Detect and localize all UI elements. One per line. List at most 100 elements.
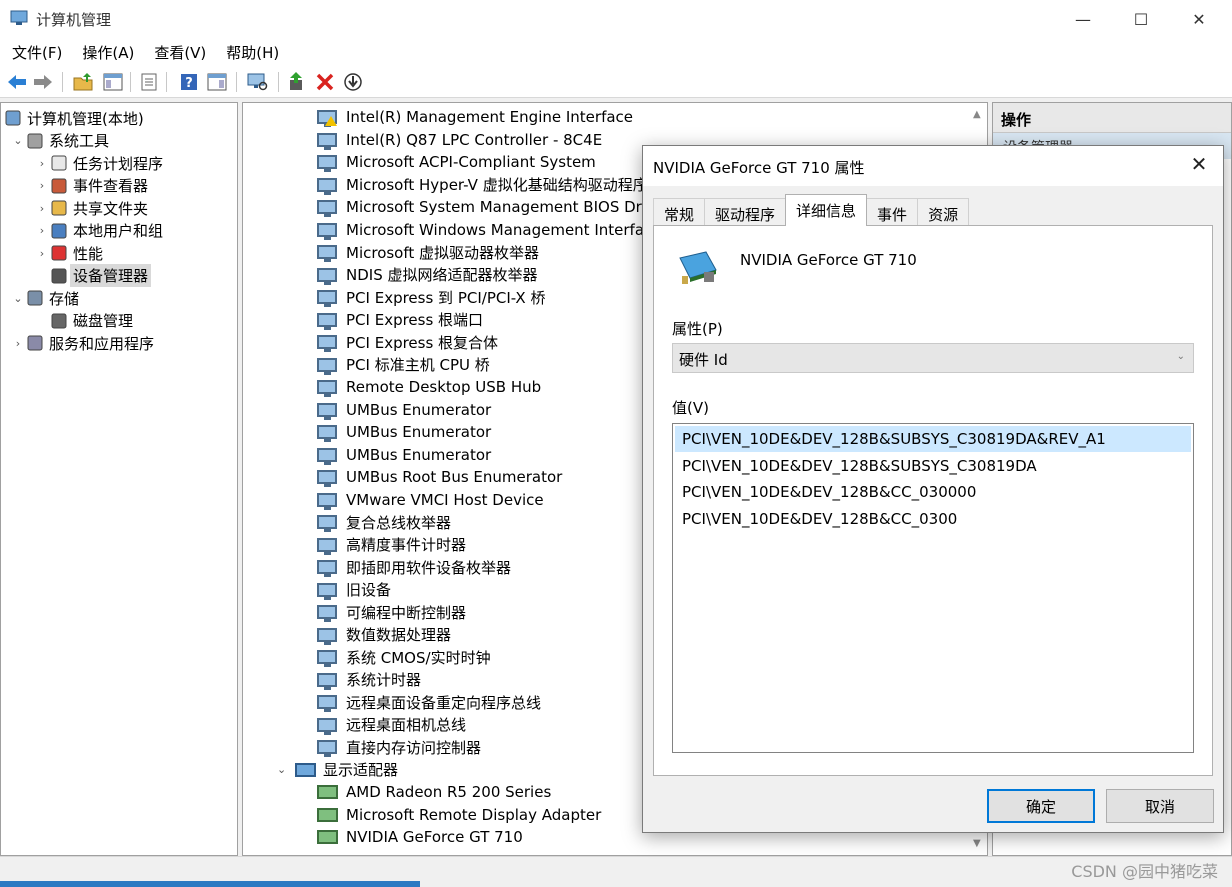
display-device-item[interactable]: AMD Radeon R5 200 Series bbox=[317, 781, 551, 803]
expand-arrow-icon[interactable]: ⌄ bbox=[11, 292, 25, 305]
ok-button[interactable]: 确定 bbox=[987, 789, 1095, 823]
tree-item[interactable]: › 事件查看器 bbox=[35, 175, 148, 197]
tree-item[interactable]: ⌄ 系统工具 bbox=[11, 130, 109, 152]
device-item[interactable]: PCI 标准主机 CPU 桥 bbox=[317, 354, 490, 376]
device-item[interactable]: Microsoft Windows Management Interface f bbox=[317, 219, 672, 241]
device-item[interactable]: VMware VMCI Host Device bbox=[317, 489, 544, 511]
update-driver-icon[interactable] bbox=[286, 71, 308, 93]
properties-sheet-icon[interactable] bbox=[138, 71, 160, 93]
system-tools-icon bbox=[25, 131, 45, 151]
tree-item[interactable]: › 任务计划程序 bbox=[35, 152, 163, 174]
collapse-arrow-icon[interactable]: › bbox=[35, 224, 49, 237]
minimize-button[interactable]: — bbox=[1060, 0, 1106, 38]
action-pane-icon[interactable] bbox=[206, 71, 228, 93]
device-item[interactable]: 复合总线枚举器 bbox=[317, 511, 451, 533]
tree-item[interactable]: › 服务和应用程序 bbox=[11, 332, 154, 354]
back-icon[interactable] bbox=[6, 71, 28, 93]
menu-item[interactable]: 帮助(H) bbox=[218, 42, 287, 63]
device-item[interactable]: UMBus Root Bus Enumerator bbox=[317, 466, 562, 488]
device-item[interactable]: PCI Express 根复合体 bbox=[317, 331, 498, 353]
device-item[interactable]: NDIS 虚拟网络适配器枚举器 bbox=[317, 264, 538, 286]
device-item[interactable]: Microsoft Hyper-V 虚拟化基础结构驱动程序 bbox=[317, 174, 648, 196]
device-item[interactable]: Microsoft System Management BIOS Driver bbox=[317, 196, 670, 218]
device-item[interactable]: 即插即用软件设备枚举器 bbox=[317, 556, 511, 578]
value-list-item[interactable]: PCI\VEN_10DE&DEV_128B&SUBSYS_C30819DA bbox=[675, 453, 1191, 479]
device-label: 复合总线枚举器 bbox=[346, 513, 452, 532]
display-device-item[interactable]: Microsoft Remote Display Adapter bbox=[317, 804, 601, 826]
tree-item[interactable]: › 性能 bbox=[35, 242, 103, 264]
menu-item[interactable]: 文件(F) bbox=[4, 42, 70, 63]
tree-item[interactable]: 设备管理器 bbox=[35, 264, 152, 287]
close-button[interactable]: ✕ bbox=[1176, 0, 1222, 38]
uninstall-device-icon[interactable] bbox=[314, 71, 336, 93]
device-item[interactable]: Intel(R) Q87 LPC Controller - 8C4E bbox=[317, 129, 602, 151]
device-label: Microsoft System Management BIOS Driver bbox=[346, 198, 671, 216]
system-device-icon bbox=[317, 648, 339, 667]
tab-4[interactable]: 资源 bbox=[917, 198, 970, 226]
toolbar: ? bbox=[0, 66, 1232, 98]
device-item[interactable]: 直接内存访问控制器 bbox=[317, 736, 481, 758]
collapse-arrow-icon[interactable]: › bbox=[11, 337, 25, 350]
up-folder-icon[interactable] bbox=[72, 71, 94, 93]
maximize-button[interactable]: ☐ bbox=[1118, 0, 1164, 38]
menu-item[interactable]: 查看(V) bbox=[146, 42, 214, 63]
device-item[interactable]: 远程桌面设备重定向程序总线 bbox=[317, 691, 541, 713]
tree-item[interactable]: ⌄ 存储 bbox=[11, 287, 79, 309]
value-list[interactable]: PCI\VEN_10DE&DEV_128B&SUBSYS_C30819DA&RE… bbox=[672, 423, 1194, 753]
tab-0[interactable]: 常规 bbox=[653, 198, 706, 226]
device-item[interactable]: Intel(R) Management Engine Interface bbox=[317, 106, 633, 128]
collapse-arrow-icon[interactable]: › bbox=[35, 179, 49, 192]
console-tree-icon[interactable] bbox=[102, 71, 124, 93]
display-device-item[interactable]: NVIDIA GeForce GT 710 bbox=[317, 826, 523, 848]
value-list-item[interactable]: PCI\VEN_10DE&DEV_128B&CC_0300 bbox=[675, 506, 1191, 532]
tree-item[interactable]: 计算机管理(本地) bbox=[3, 107, 144, 129]
device-item[interactable]: PCI Express 根端口 bbox=[317, 309, 483, 331]
device-item[interactable]: Microsoft ACPI-Compliant System bbox=[317, 151, 596, 173]
device-item[interactable]: 旧设备 bbox=[317, 579, 391, 601]
device-item[interactable]: UMBus Enumerator bbox=[317, 444, 491, 466]
tree-item[interactable]: › 共享文件夹 bbox=[35, 197, 148, 219]
dialog-close-button[interactable]: ✕ bbox=[1185, 152, 1213, 176]
scroll-down-icon[interactable]: ▼ bbox=[973, 838, 981, 849]
device-item[interactable]: UMBus Enumerator bbox=[317, 399, 491, 421]
device-item[interactable]: PCI Express 到 PCI/PCI-X 桥 bbox=[317, 286, 545, 308]
device-item[interactable]: 系统计时器 bbox=[317, 669, 421, 691]
device-item[interactable]: 高精度事件计时器 bbox=[317, 534, 466, 556]
value-list-item[interactable]: PCI\VEN_10DE&DEV_128B&SUBSYS_C30819DA&RE… bbox=[675, 426, 1191, 452]
forward-icon[interactable] bbox=[32, 71, 54, 93]
help-icon[interactable]: ? bbox=[178, 71, 200, 93]
device-item[interactable]: Microsoft 虚拟驱动器枚举器 bbox=[317, 241, 539, 263]
menu-item[interactable]: 操作(A) bbox=[74, 42, 142, 63]
category-display-adapters[interactable]: ⌄ 显示适配器 bbox=[277, 759, 398, 781]
tree-item[interactable]: 磁盘管理 bbox=[35, 310, 133, 332]
collapse-arrow-icon[interactable]: › bbox=[35, 202, 49, 215]
device-item[interactable]: 远程桌面相机总线 bbox=[317, 714, 466, 736]
device-item[interactable]: UMBus Enumerator bbox=[317, 421, 491, 443]
cancel-button[interactable]: 取消 bbox=[1106, 789, 1214, 823]
tree-item-label: 设备管理器 bbox=[70, 264, 152, 287]
tab-2[interactable]: 详细信息 bbox=[785, 194, 868, 226]
device-label: Remote Desktop USB Hub bbox=[346, 378, 542, 396]
device-label: Intel(R) Q87 LPC Controller - 8C4E bbox=[346, 130, 603, 149]
property-select[interactable]: 硬件 Id ⌄ bbox=[672, 343, 1194, 373]
device-item[interactable]: Remote Desktop USB Hub bbox=[317, 376, 541, 398]
collapse-arrow-icon[interactable]: › bbox=[35, 247, 49, 260]
device-label: PCI Express 到 PCI/PCI-X 桥 bbox=[346, 288, 546, 307]
disable-device-icon[interactable] bbox=[342, 71, 364, 93]
expand-arrow-icon[interactable]: ⌄ bbox=[11, 134, 25, 147]
value-list-item[interactable]: PCI\VEN_10DE&DEV_128B&CC_030000 bbox=[675, 479, 1191, 505]
graphics-card-icon bbox=[679, 251, 717, 284]
tab-1[interactable]: 驱动程序 bbox=[704, 198, 787, 226]
device-item[interactable]: 数值数据处理器 bbox=[317, 624, 451, 646]
collapse-arrow-icon[interactable]: › bbox=[35, 157, 49, 170]
device-item[interactable]: 系统 CMOS/实时时钟 bbox=[317, 646, 491, 668]
scroll-up-icon[interactable]: ▲ bbox=[973, 109, 981, 120]
device-item[interactable]: 可编程中断控制器 bbox=[317, 601, 466, 623]
system-device-icon bbox=[317, 378, 339, 397]
expand-arrow-icon[interactable]: ⌄ bbox=[277, 763, 295, 776]
scan-hardware-icon[interactable] bbox=[246, 71, 268, 93]
device-label: Intel(R) Management Engine Interface bbox=[346, 108, 634, 126]
tree-item[interactable]: › 本地用户和组 bbox=[35, 220, 163, 242]
tab-3[interactable]: 事件 bbox=[866, 198, 919, 226]
system-device-icon bbox=[317, 513, 339, 532]
